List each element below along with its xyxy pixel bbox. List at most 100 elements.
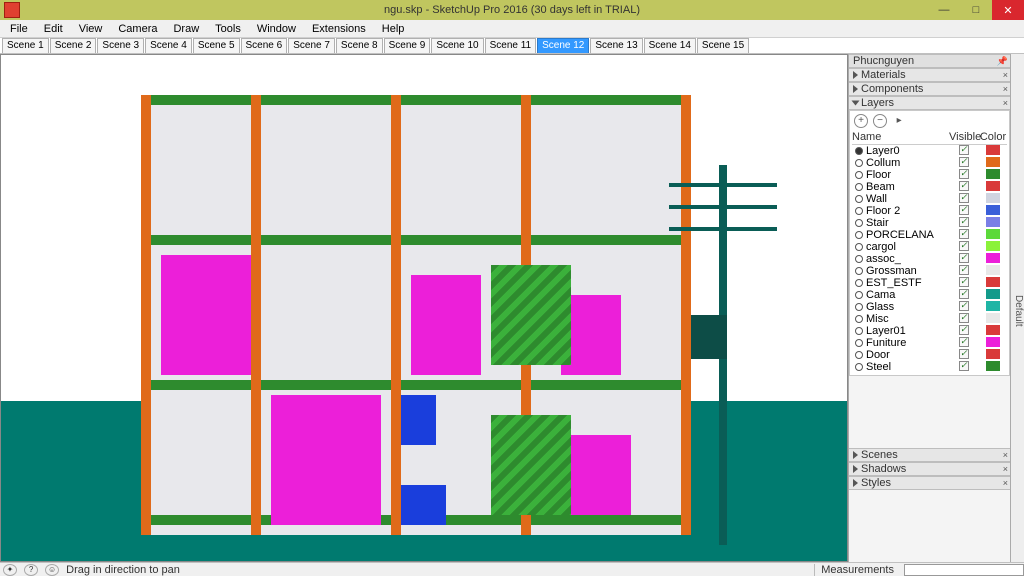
section-shadows[interactable]: Shadows× [849, 462, 1010, 476]
layer-row[interactable]: Layer01 [852, 325, 1007, 337]
viewport-3d[interactable] [0, 54, 848, 562]
measurements-input[interactable] [904, 564, 1024, 576]
layer-row[interactable]: Grossman [852, 265, 1007, 277]
scene-tab[interactable]: Scene 14 [644, 38, 696, 53]
layer-active-radio[interactable] [855, 219, 863, 227]
scene-tab[interactable]: Scene 11 [485, 38, 537, 53]
tray-title[interactable]: Phucnguyen 📌 [849, 54, 1010, 68]
layer-row[interactable]: Stair [852, 217, 1007, 229]
tray-side-tab[interactable]: Default [1010, 54, 1024, 562]
scene-tab[interactable]: Scene 1 [2, 38, 49, 53]
layer-active-radio[interactable] [855, 363, 863, 371]
status-bar: ✦ ? ☺ Drag in direction to pan Measureme… [0, 562, 1024, 576]
layer-active-radio[interactable] [855, 159, 863, 167]
layer-name: assoc_ [866, 253, 949, 265]
layer-active-radio[interactable] [855, 255, 863, 263]
scene-tab[interactable]: Scene 3 [97, 38, 144, 53]
layers-col-visible[interactable]: Visible [949, 131, 979, 143]
scene-tab[interactable]: Scene 10 [431, 38, 483, 53]
layer-active-radio[interactable] [855, 267, 863, 275]
layer-visible-checkbox[interactable] [949, 361, 979, 374]
layer-name: Stair [866, 217, 949, 229]
layer-row[interactable]: EST_ESTF [852, 277, 1007, 289]
menu-tools[interactable]: Tools [207, 22, 249, 36]
title-bar: ngu.skp - SketchUp Pro 2016 (30 days lef… [0, 0, 1024, 20]
scene-tab[interactable]: Scene 12 [537, 38, 589, 53]
maximize-button[interactable]: □ [960, 0, 992, 20]
layer-name: Floor 2 [866, 205, 949, 217]
section-materials[interactable]: Materials× [849, 68, 1010, 82]
scene-tab[interactable]: Scene 8 [336, 38, 383, 53]
add-layer-button[interactable]: + [854, 114, 868, 128]
section-components[interactable]: Components× [849, 82, 1010, 96]
scene-tab[interactable]: Scene 9 [384, 38, 431, 53]
layer-row[interactable]: PORCELANA [852, 229, 1007, 241]
layer-row[interactable]: Floor 2 [852, 205, 1007, 217]
delete-layer-button[interactable]: − [873, 114, 887, 128]
layer-active-radio[interactable] [855, 231, 863, 239]
layer-name: PORCELANA [866, 229, 949, 241]
layers-col-name[interactable]: Name [852, 131, 949, 143]
scene-tab[interactable]: Scene 7 [288, 38, 335, 53]
layer-name: Grossman [866, 265, 949, 277]
layer-name: Door [866, 349, 949, 361]
layer-active-radio[interactable] [855, 351, 863, 359]
menu-file[interactable]: File [2, 22, 36, 36]
layer-active-radio[interactable] [855, 195, 863, 203]
layer-color-swatch[interactable] [979, 361, 1007, 374]
layer-row[interactable]: Door [852, 349, 1007, 361]
scene-tab[interactable]: Scene 6 [241, 38, 288, 53]
layer-active-radio[interactable] [855, 327, 863, 335]
layer-row[interactable]: Wall [852, 193, 1007, 205]
layers-col-color[interactable]: Color [979, 131, 1007, 143]
person-icon[interactable]: ☺ [45, 564, 59, 576]
layer-row[interactable]: Glass [852, 301, 1007, 313]
layer-row[interactable]: Layer0 [852, 145, 1007, 157]
layer-active-radio[interactable] [855, 243, 863, 251]
menu-draw[interactable]: Draw [165, 22, 207, 36]
minimize-button[interactable]: — [928, 0, 960, 20]
close-button[interactable]: ✕ [992, 0, 1024, 20]
layer-row[interactable]: Floor [852, 169, 1007, 181]
layer-active-radio[interactable] [855, 303, 863, 311]
section-scenes[interactable]: Scenes× [849, 448, 1010, 462]
menu-help[interactable]: Help [374, 22, 413, 36]
tray-pin-icon[interactable]: 📌 [997, 55, 1008, 68]
layers-menu-button[interactable]: ▸ [892, 115, 906, 129]
menu-camera[interactable]: Camera [110, 22, 165, 36]
layer-active-radio[interactable] [855, 183, 863, 191]
layer-active-radio[interactable] [855, 339, 863, 347]
layer-row[interactable]: Cama [852, 289, 1007, 301]
layer-row[interactable]: Steel [852, 361, 1007, 373]
layer-row[interactable]: Misc [852, 313, 1007, 325]
layer-name: Collum [866, 157, 949, 169]
layer-row[interactable]: Collum [852, 157, 1007, 169]
layer-row[interactable]: Funiture [852, 337, 1007, 349]
menu-edit[interactable]: Edit [36, 22, 71, 36]
menu-view[interactable]: View [71, 22, 111, 36]
layer-active-radio[interactable] [855, 291, 863, 299]
layer-name: Steel [866, 361, 949, 373]
layer-active-radio[interactable] [855, 171, 863, 179]
geolocation-icon[interactable]: ✦ [3, 564, 17, 576]
layer-name: Misc [866, 313, 949, 325]
layer-name: Floor [866, 169, 949, 181]
scene-tab[interactable]: Scene 13 [590, 38, 642, 53]
layer-row[interactable]: Beam [852, 181, 1007, 193]
section-layers[interactable]: Layers× [849, 96, 1010, 110]
layer-active-radio[interactable] [855, 207, 863, 215]
scene-tab[interactable]: Scene 2 [50, 38, 97, 53]
layer-name: Layer01 [866, 325, 949, 337]
scene-tab[interactable]: Scene 5 [193, 38, 240, 53]
credits-icon[interactable]: ? [24, 564, 38, 576]
menu-window[interactable]: Window [249, 22, 304, 36]
layer-active-radio[interactable] [855, 147, 863, 155]
layer-row[interactable]: cargol [852, 241, 1007, 253]
menu-extensions[interactable]: Extensions [304, 22, 374, 36]
layer-active-radio[interactable] [855, 279, 863, 287]
section-styles[interactable]: Styles× [849, 476, 1010, 490]
scene-tab[interactable]: Scene 15 [697, 38, 749, 53]
layer-active-radio[interactable] [855, 315, 863, 323]
scene-tab[interactable]: Scene 4 [145, 38, 192, 53]
layer-row[interactable]: assoc_ [852, 253, 1007, 265]
